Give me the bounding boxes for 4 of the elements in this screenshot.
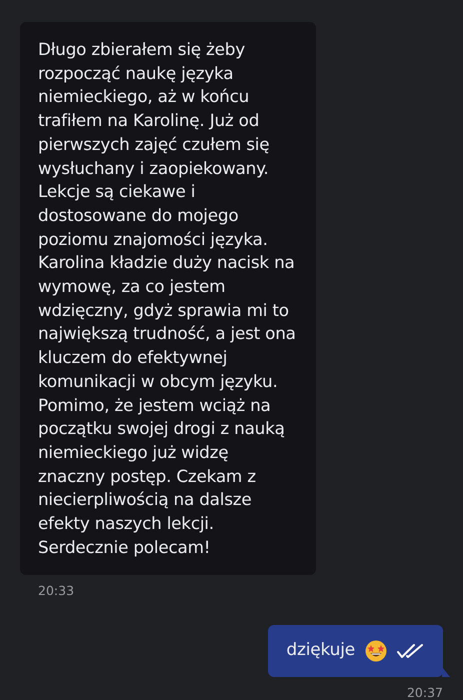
message-text: Długo zbierałem się żeby rozpocząć naukę języka niemieckiego, aż w końcu trafiłem na Karolinę. Już od pierwszych zajęć czułem się wysłuchany i zaopiekowany. Lekcje są ciekawe i dostosowane do mojego poziomu znajomości języka. Karolina kładzie duży nacisk na wymowę, za co jestem wdzięczny, gdyż sprawia mi to największą trudność, a jest ona kluczem do efektywnej komunikacji w obcym języku. Pomimo, że jestem wciąż na początku swojej drogi z nauką niemieckiego już widzę znaczny postęp. Czekam z niecierpliwością na dalsze efekty naszych lekcji. Serdecznie polecam! [38, 38, 297, 559]
message-time: 20:37 [406, 685, 443, 700]
message-text: dziękuje [286, 639, 355, 662]
message-time: 20:33 [38, 583, 74, 598]
